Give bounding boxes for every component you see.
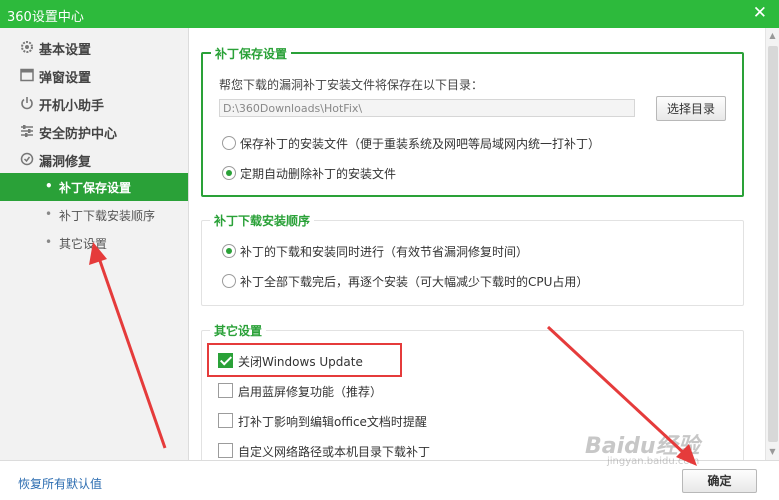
watermark-url: jingyan.baidu.com <box>607 456 700 467</box>
sidebar-subitem-other-settings[interactable]: • 其它设置 <box>0 229 188 257</box>
checkbox-label: 打补丁影响到编辑office文档时提醒 <box>238 415 427 429</box>
scroll-down-icon[interactable]: ▼ <box>766 444 779 460</box>
radio-download-and-install-simultaneously[interactable]: 补丁的下载和安装同时进行（有效节省漏洞修复时间） <box>222 242 722 260</box>
sliders-icon <box>21 125 33 137</box>
ok-button[interactable]: 确定 <box>682 469 757 493</box>
bullet: • <box>45 207 53 221</box>
scroll-thumb[interactable] <box>768 46 778 442</box>
sidebar-item-basic-settings[interactable]: 基本设置 <box>0 33 188 61</box>
radio-keep-patch-files[interactable]: 保存补丁的安装文件（便于重装系统及网吧等局域网内统一打补丁） <box>222 134 722 152</box>
checkbox-label: 启用蓝屏修复功能（推荐） <box>238 385 383 399</box>
sidebar-item-startup-assistant[interactable]: 开机小助手 <box>0 89 188 117</box>
radio-label: 补丁全部下载完后，再逐个安装（可大幅减少下载时的CPU占用） <box>240 275 589 289</box>
group-title: 补丁保存设置 <box>211 45 292 62</box>
group-title: 补丁下载安装顺序 <box>210 212 315 229</box>
sidebar-item-label: 基本设置 <box>39 43 92 58</box>
title-bar: 360设置中心 ✕ <box>0 0 779 28</box>
gear-icon <box>21 41 33 53</box>
baidu-watermark: Baidu经验 jingyan.baidu.com <box>585 428 755 468</box>
sidebar-subitem-label: 补丁保存设置 <box>59 181 132 195</box>
radio-button[interactable] <box>222 244 236 258</box>
window-icon <box>20 68 34 82</box>
sidebar-item-label: 开机小助手 <box>39 99 105 114</box>
radio-label: 补丁的下载和安装同时进行（有效节省漏洞修复时间） <box>240 245 529 259</box>
install-order-group: 补丁下载安装顺序 补丁的下载和安装同时进行（有效节省漏洞修复时间） 补丁全部下载… <box>201 212 744 306</box>
sidebar-item-security-center[interactable]: 安全防护中心 <box>0 117 188 145</box>
restore-defaults-link[interactable]: 恢复所有默认值 <box>18 475 102 492</box>
group-title: 其它设置 <box>210 322 267 339</box>
power-icon <box>21 97 33 110</box>
checkbox[interactable] <box>218 413 233 428</box>
checkbox-label: 自定义网络路径或本机目录下载补丁 <box>238 445 431 459</box>
checkbox[interactable] <box>218 443 233 458</box>
sidebar-item-label: 漏洞修复 <box>39 155 92 170</box>
radio-label: 定期自动删除补丁的安装文件 <box>240 167 397 181</box>
choose-directory-button[interactable]: 选择目录 <box>656 96 726 121</box>
sidebar-item-vulnerability-repair[interactable]: 漏洞修复 <box>0 145 188 173</box>
sidebar-item-label: 安全防护中心 <box>39 127 118 142</box>
sidebar-subitem-patch-save[interactable]: • 补丁保存设置 <box>0 173 188 201</box>
sidebar-subitem-install-order[interactable]: • 补丁下载安装顺序 <box>0 201 188 229</box>
radio-auto-delete-patch-files[interactable]: 定期自动删除补丁的安装文件 <box>222 164 722 182</box>
close-icon[interactable]: ✕ <box>753 3 767 23</box>
save-path-field[interactable] <box>219 99 635 117</box>
radio-download-then-install[interactable]: 补丁全部下载完后，再逐个安装（可大幅减少下载时的CPU占用） <box>222 272 722 290</box>
radio-label: 保存补丁的安装文件（便于重装系统及网吧等局域网内统一打补丁） <box>240 137 601 151</box>
save-path-description: 帮您下载的漏洞补丁安装文件将保存在以下目录： <box>219 78 484 92</box>
radio-button[interactable] <box>222 166 236 180</box>
annotation-highlight-box <box>207 343 402 377</box>
settings-content: 补丁保存设置 帮您下载的漏洞补丁安装文件将保存在以下目录： 选择目录 保存补丁的… <box>190 28 765 460</box>
sidebar-item-popup-settings[interactable]: 弹窗设置 <box>0 61 188 89</box>
radio-button[interactable] <box>222 274 236 288</box>
shield-repair-icon <box>20 152 34 166</box>
sidebar-subitem-label: 其它设置 <box>59 237 108 251</box>
radio-button[interactable] <box>222 136 236 150</box>
bullet: • <box>45 235 53 249</box>
content-scrollbar[interactable]: ▲ ▼ <box>765 28 779 460</box>
bullet: • <box>45 179 53 193</box>
window-title: 360设置中心 <box>7 10 84 25</box>
sidebar-subitem-label: 补丁下载安装顺序 <box>59 209 156 223</box>
scroll-up-icon[interactable]: ▲ <box>766 28 779 44</box>
checkbox[interactable] <box>218 383 233 398</box>
checkbox-bluescreen-repair[interactable]: 启用蓝屏修复功能（推荐） <box>218 382 718 400</box>
sidebar: 基本设置 弹窗设置 开机小助手 安全防护中心 漏洞修复 • 补丁保存设置 • 补… <box>0 28 189 460</box>
sidebar-item-label: 弹窗设置 <box>39 71 92 86</box>
patch-save-group: 补丁保存设置 帮您下载的漏洞补丁安装文件将保存在以下目录： 选择目录 保存补丁的… <box>201 45 744 197</box>
